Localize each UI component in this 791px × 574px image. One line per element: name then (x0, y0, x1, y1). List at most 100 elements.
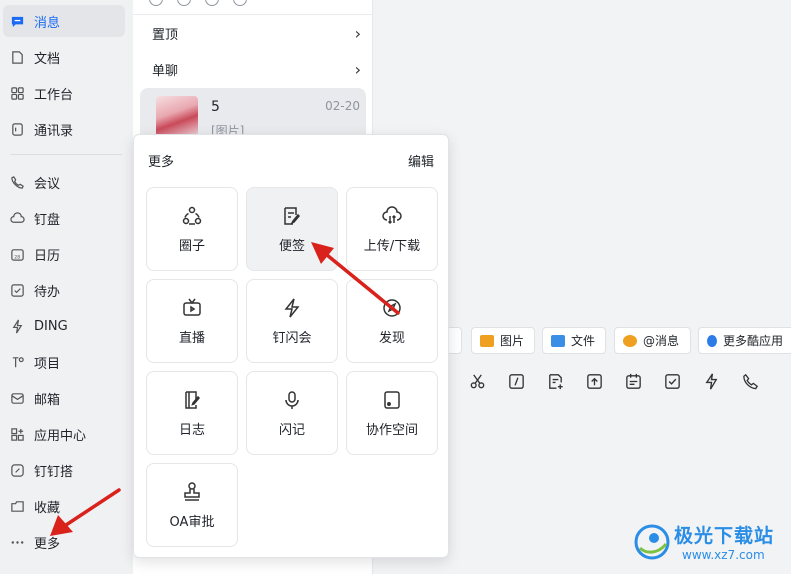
cool-app-button[interactable]: 更多酷应用 (698, 327, 791, 354)
nav-item-builder[interactable]: 钉钉搭 (3, 454, 125, 486)
toolbar-icon[interactable] (177, 0, 191, 6)
nav-divider (10, 154, 122, 155)
nav-item-label: 收藏 (34, 500, 61, 516)
document-icon (12, 50, 23, 64)
nav-item-meeting[interactable]: 会议 (3, 166, 125, 198)
button-label: @消息 (643, 334, 680, 348)
nav-item-ding[interactable]: DING (3, 310, 125, 342)
nav-item-label: 会议 (34, 176, 61, 192)
workspace-icon (384, 390, 400, 409)
nav-item-label: 工作台 (34, 87, 74, 103)
check-icon[interactable] (663, 372, 682, 391)
tile-note[interactable]: 便签 (246, 187, 338, 271)
image-button[interactable]: 图片 (471, 327, 535, 354)
group-single-chat[interactable]: 单聊 › (133, 54, 373, 84)
more-panel: 更多 编辑 圈子 便签 上传/下载 直播 钉闪会 发现 日志 闪记 协作空间 O… (133, 134, 449, 558)
tile-flash-meeting[interactable]: 钉闪会 (246, 279, 338, 363)
at-icon (623, 334, 637, 347)
file-icon (551, 334, 565, 347)
divider (133, 14, 373, 15)
project-icon (12, 356, 24, 367)
builder-icon (11, 463, 24, 477)
nav-item-favorites[interactable]: 收藏 (3, 490, 125, 522)
nav-item-mail[interactable]: 邮箱 (3, 382, 125, 414)
chat-time: 02-20 (325, 99, 360, 113)
nav-item-app-center[interactable]: 应用中心 (3, 418, 125, 450)
upload-icon[interactable] (585, 372, 604, 391)
tile-label: 协作空间 (365, 422, 418, 438)
nav-item-calendar[interactable]: 28 日历 (3, 238, 125, 270)
note-add-icon[interactable] (546, 372, 565, 391)
compass-icon (383, 298, 401, 317)
chat-name: 5 (211, 99, 220, 115)
nav-item-todo[interactable]: 待办 (3, 274, 125, 306)
tile-log[interactable]: 日志 (146, 371, 238, 455)
flash-meeting-icon (284, 298, 300, 317)
nav-item-label: 钉钉搭 (34, 464, 74, 480)
edit-button[interactable]: 编辑 (408, 151, 434, 170)
scissors-icon[interactable] (468, 372, 487, 391)
checkbox-icon (11, 283, 24, 297)
nav-item-workbench[interactable]: 工作台 (3, 77, 125, 109)
tile-workspace[interactable]: 协作空间 (346, 371, 438, 455)
conv-toolbar (149, 0, 247, 6)
lightning-icon[interactable] (702, 372, 721, 391)
tile-circle[interactable]: 圈子 (146, 187, 238, 271)
nav-item-label: 钉盘 (34, 212, 61, 228)
nav-item-drive[interactable]: 钉盘 (3, 202, 125, 234)
input-toolbar (468, 372, 760, 391)
nav-item-label: 文档 (34, 51, 61, 67)
nav-item-label: 通讯录 (34, 123, 74, 139)
toolbar-icon[interactable] (233, 0, 247, 6)
button-label: 图片 (500, 334, 525, 348)
nav-item-label: 更多 (34, 536, 61, 552)
file-button[interactable]: 文件 (542, 327, 606, 354)
tile-label: 便签 (278, 238, 305, 254)
circle-group-icon (182, 206, 202, 225)
tv-icon (183, 298, 201, 316)
lightning-icon (12, 319, 23, 333)
nav-item-docs[interactable]: 文档 (3, 41, 125, 73)
group-pinned[interactable]: 置顶 › (133, 18, 373, 48)
tile-flash-note[interactable]: 闪记 (246, 371, 338, 455)
calendar-icon[interactable] (624, 372, 643, 391)
watermark-url: www.xz7.com (682, 548, 765, 562)
nav-item-label: 待办 (34, 284, 61, 300)
phone-icon[interactable] (741, 372, 760, 391)
tile-transfer[interactable]: 上传/下载 (346, 187, 438, 271)
stamp-icon (184, 481, 200, 501)
tile-label: 发现 (378, 330, 405, 346)
toolbar-icon[interactable] (149, 0, 163, 6)
tile-label: 上传/下载 (363, 238, 421, 254)
nav-item-contacts[interactable]: 通讯录 (3, 113, 125, 145)
tile-label: 闪记 (278, 422, 305, 438)
svg-text:28: 28 (14, 254, 20, 260)
message-icon (11, 16, 24, 27)
nav-item-label: 日历 (34, 248, 61, 264)
tile-oa-approval[interactable]: OA审批 (146, 463, 238, 547)
group-label: 置顶 (152, 27, 179, 43)
image-icon (480, 334, 494, 347)
nav-item-more[interactable]: 更多 (3, 526, 125, 558)
nav-item-messages[interactable]: 消息 (3, 5, 125, 37)
nav-item-label: 应用中心 (34, 428, 87, 444)
watermark-title: 极光下载站 (674, 525, 775, 547)
nav-item-label: 项目 (34, 356, 61, 372)
cloud-transfer-icon (382, 205, 402, 224)
tile-label: 日志 (178, 422, 205, 438)
calendar-icon: 28 (11, 248, 24, 261)
toolbar-icon[interactable] (205, 0, 219, 6)
avatar (156, 96, 198, 138)
tile-live[interactable]: 直播 (146, 279, 238, 363)
more-icon (11, 540, 24, 544)
slash-icon[interactable] (507, 372, 526, 391)
left-nav: 消息 文档 工作台 通讯录 会议 钉盘 28 日历 待办 DING 项目 邮箱 (0, 0, 133, 574)
tile-label: OA审批 (169, 514, 215, 530)
nav-item-label: DING (34, 318, 68, 334)
at-message-button[interactable]: @消息 (614, 327, 691, 354)
tile-discover[interactable]: 发现 (346, 279, 438, 363)
watermark-logo-icon (634, 524, 670, 560)
nav-item-project[interactable]: 项目 (3, 346, 125, 378)
tile-label: 钉闪会 (272, 330, 312, 346)
contacts-icon (12, 122, 23, 136)
